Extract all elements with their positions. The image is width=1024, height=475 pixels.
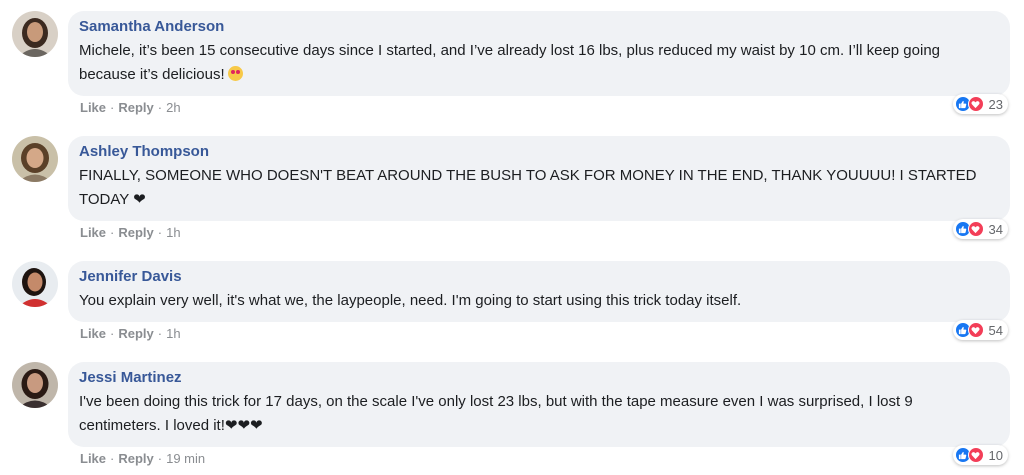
like-button[interactable]: Like bbox=[80, 225, 106, 240]
comment-bubble: Samantha Anderson Michele, it’s been 15 … bbox=[68, 11, 1010, 96]
reaction-count: 54 bbox=[988, 322, 1003, 338]
reaction-count: 34 bbox=[988, 221, 1003, 237]
heart-icon bbox=[967, 322, 984, 338]
reply-button[interactable]: Reply bbox=[118, 100, 153, 115]
commenter-name[interactable]: Ashley Thompson bbox=[79, 143, 998, 161]
reaction-summary[interactable]: 10 bbox=[952, 445, 1008, 465]
avatar[interactable] bbox=[12, 136, 58, 182]
timestamp[interactable]: 1h bbox=[166, 225, 180, 240]
comment-actions: Like · Reply · 1h bbox=[80, 326, 181, 341]
reaction-summary[interactable]: 54 bbox=[952, 320, 1008, 340]
like-button[interactable]: Like bbox=[80, 451, 106, 466]
comment-bubble: Jessi Martinez I've been doing this tric… bbox=[68, 362, 1010, 447]
commenter-name[interactable]: Jessi Martinez bbox=[79, 369, 998, 387]
avatar[interactable] bbox=[12, 362, 58, 408]
heart-icon bbox=[967, 96, 984, 112]
heart-icon bbox=[967, 221, 984, 237]
comment-text: I've been doing this trick for 17 days, … bbox=[79, 393, 913, 434]
comment-actions: Like · Reply · 19 min bbox=[80, 451, 206, 466]
reaction-count: 10 bbox=[988, 447, 1003, 463]
reaction-count: 23 bbox=[988, 96, 1003, 112]
reaction-summary[interactable]: 34 bbox=[952, 219, 1008, 239]
timestamp[interactable]: 19 min bbox=[166, 451, 205, 466]
comment-text: Michele, it’s been 15 consecutive days s… bbox=[79, 42, 941, 83]
avatar[interactable] bbox=[12, 11, 58, 57]
comment-bubble: Jennifer Davis You explain very well, it… bbox=[68, 261, 1010, 322]
like-button[interactable]: Like bbox=[80, 100, 106, 115]
commenter-name[interactable]: Samantha Anderson bbox=[79, 18, 998, 36]
like-button[interactable]: Like bbox=[80, 326, 106, 341]
timestamp[interactable]: 1h bbox=[166, 326, 180, 341]
comment-text: You explain very well, it's what we, the… bbox=[79, 292, 742, 309]
comment-actions: Like · Reply · 1h bbox=[80, 225, 181, 240]
heart-eyes-emoji bbox=[227, 66, 243, 81]
comment-bubble: Ashley Thompson FINALLY, SOMEONE WHO DOE… bbox=[68, 136, 1010, 221]
reply-button[interactable]: Reply bbox=[118, 225, 153, 240]
reaction-summary[interactable]: 23 bbox=[952, 94, 1008, 114]
commenter-name[interactable]: Jennifer Davis bbox=[79, 268, 998, 286]
timestamp[interactable]: 2h bbox=[166, 100, 180, 115]
reply-button[interactable]: Reply bbox=[118, 326, 153, 341]
reply-button[interactable]: Reply bbox=[118, 451, 153, 466]
comment-actions: Like · Reply · 2h bbox=[80, 100, 181, 115]
avatar[interactable] bbox=[12, 261, 58, 307]
comment-text: FINALLY, SOMEONE WHO DOESN'T BEAT AROUND… bbox=[79, 167, 977, 208]
heart-icon bbox=[967, 447, 984, 463]
